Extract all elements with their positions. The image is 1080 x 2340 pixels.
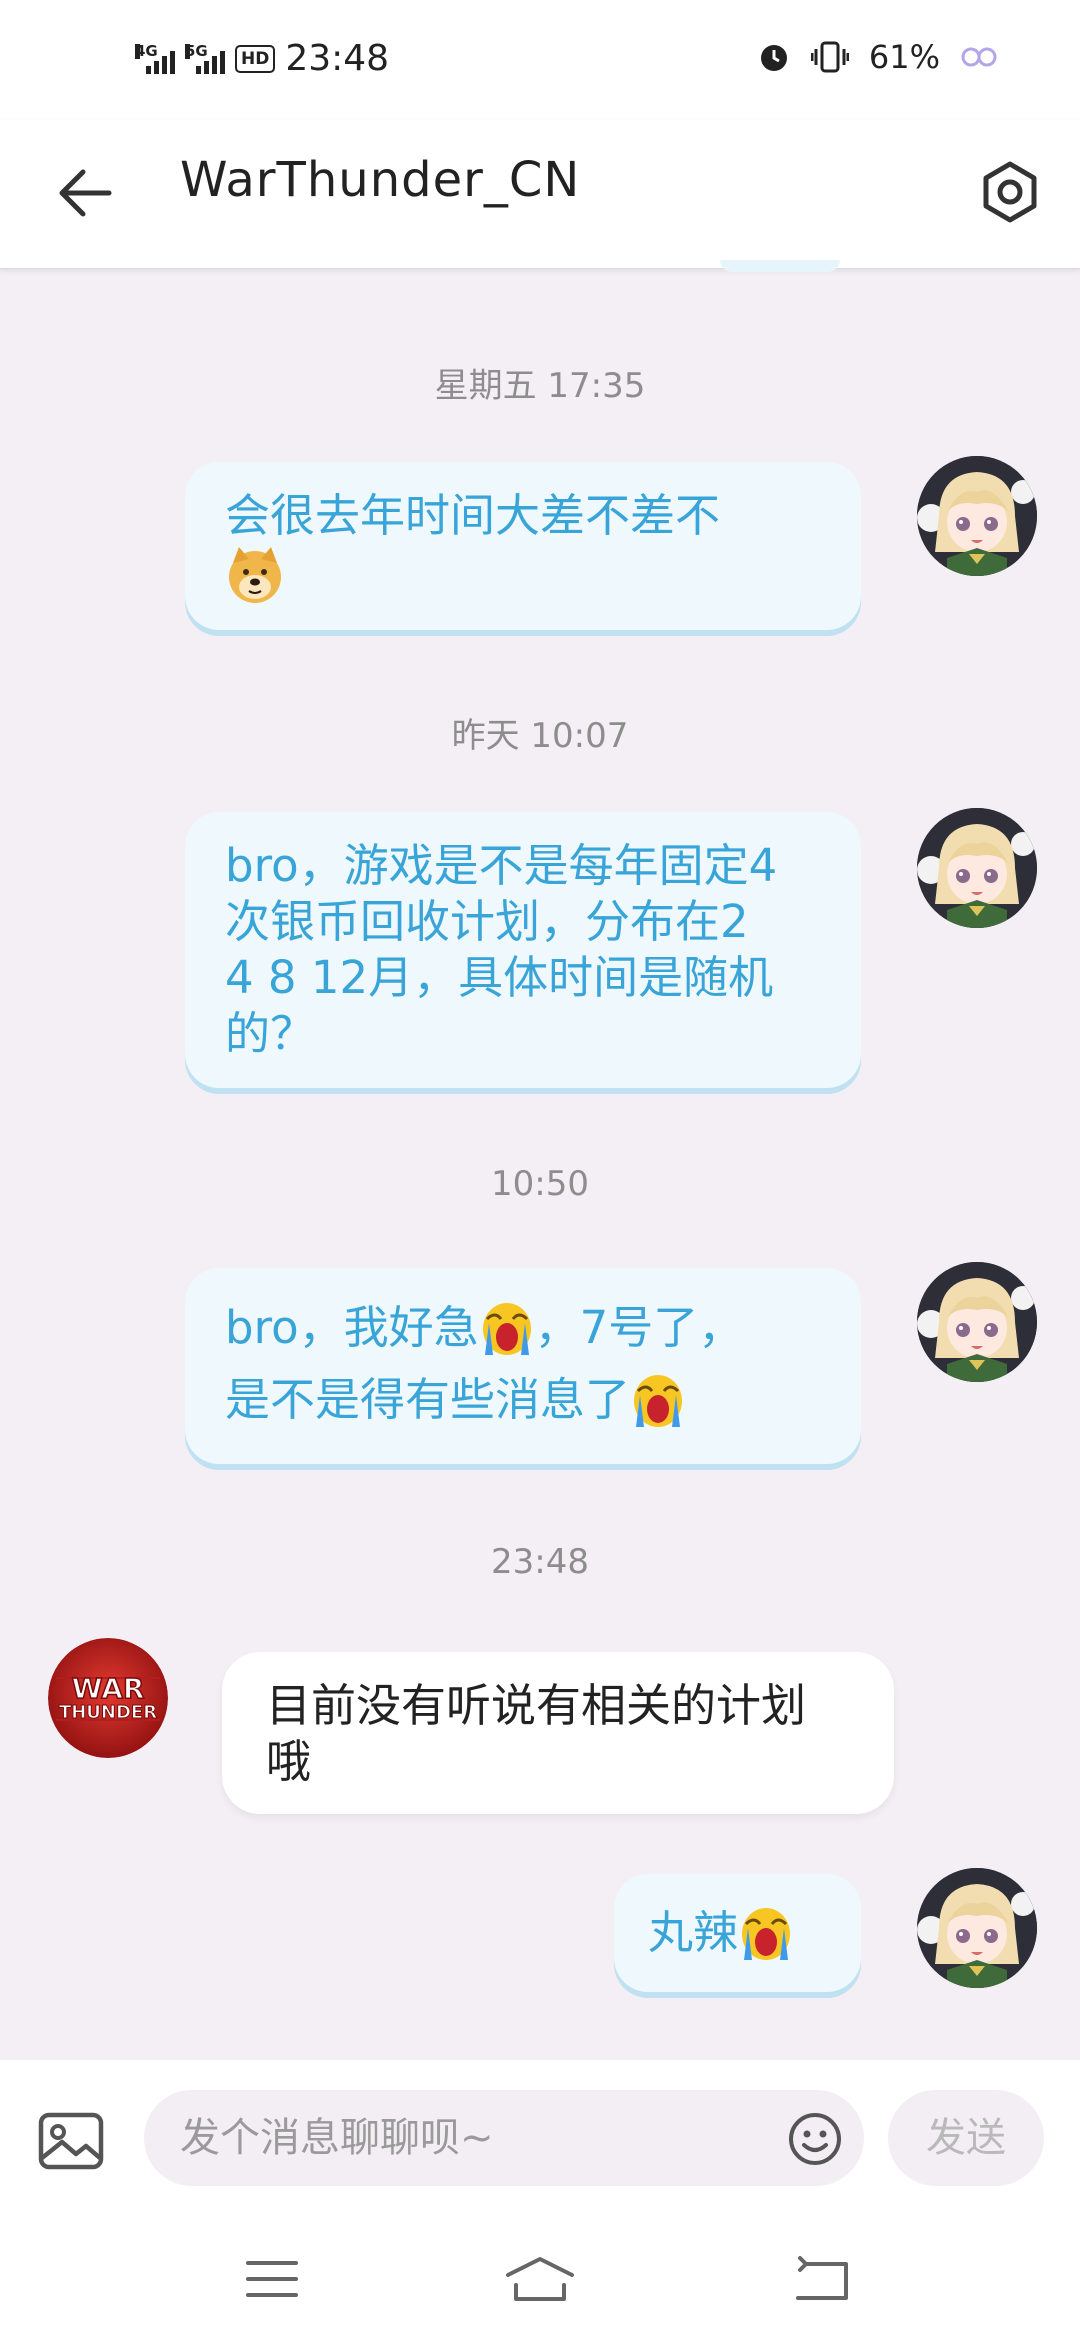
crying-face-icon (742, 1908, 791, 1960)
message-bubble[interactable]: bro，我好急 ，7号了， 是不是得有些消息了 (185, 1268, 861, 1464)
settings-button[interactable] (970, 152, 1050, 232)
system-nav-bar (0, 2220, 1080, 2340)
message-bubble[interactable]: 会很去年时间大差不差不 (185, 462, 861, 630)
back-button[interactable] (50, 158, 120, 228)
message-text: bro，我好急 (225, 1301, 479, 1354)
smiley-icon (789, 2113, 841, 2165)
warthunder-avatar[interactable]: WAR THUNDER (48, 1638, 168, 1758)
vibrate-icon (810, 41, 849, 73)
battery-percent: 61% (868, 38, 940, 76)
emoji-button[interactable] (788, 2112, 842, 2166)
anime-avatar-icon (917, 1262, 1037, 1382)
svg-text:WAR: WAR (72, 1672, 145, 1705)
home-button[interactable] (500, 2244, 580, 2314)
message-bubble[interactable]: 丸辣 (614, 1874, 861, 1992)
my-avatar[interactable] (917, 1868, 1037, 1988)
message-line: 的？ (225, 1007, 316, 1060)
anime-avatar-icon (917, 1868, 1037, 1988)
message-bubble[interactable]: bro，游戏是不是每年固定4 次银币回收计划，分布在2 4 8 12月，具体时间… (185, 812, 861, 1088)
my-avatar[interactable] (917, 1262, 1037, 1382)
timestamp: 23:48 (491, 1542, 589, 1582)
doge-emoji-icon (229, 547, 281, 603)
my-avatar[interactable] (917, 808, 1037, 928)
anime-avatar-icon (917, 456, 1037, 576)
home-icon (506, 2257, 574, 2301)
message-bubble[interactable]: 目前没有听说有相关的计划 哦 (222, 1652, 894, 1814)
message-input-bar: 发个消息聊聊呗~ 发送 (0, 2060, 1080, 2220)
message-text: 丸辣 (648, 1906, 739, 1959)
war-thunder-logo-icon: WAR THUNDER (48, 1638, 168, 1758)
previous-message-edge (720, 260, 840, 272)
return-button[interactable] (782, 2244, 862, 2314)
chat-header: WarThunder_CN (0, 120, 1080, 269)
send-image-button[interactable] (36, 2106, 106, 2176)
message-line: bro，游戏是不是每年固定4 (225, 839, 778, 892)
status-bar: 4G 5G HD 23:48 61% (0, 0, 1080, 120)
image-icon (38, 2112, 104, 2170)
clock: 23:48 (285, 38, 390, 79)
message-text: 会很去年时间大差不差不 (225, 489, 721, 542)
crying-face-icon (482, 1303, 531, 1355)
message-input[interactable]: 发个消息聊聊呗~ (144, 2090, 864, 2186)
message-line: 次银币回收计划，分布在2 (225, 895, 749, 948)
svg-text:THUNDER: THUNDER (59, 1702, 157, 1723)
message-line: 4 8 12月，具体时间是随机 (225, 951, 774, 1004)
timestamp: 10:50 (491, 1164, 589, 1204)
anime-avatar-icon (917, 808, 1037, 928)
message-line: 哦 (266, 1735, 312, 1788)
hd-badge: HD (235, 44, 276, 73)
signal-4g-icon: 4G (135, 43, 175, 74)
arrow-left-icon (59, 169, 112, 217)
battery-icon (961, 47, 997, 67)
send-button[interactable]: 发送 (888, 2090, 1044, 2186)
timestamp: 昨天 10:07 (451, 716, 629, 756)
signal-5g-icon: 5G (185, 43, 225, 74)
crying-face-icon (634, 1375, 683, 1427)
menu-icon (246, 2261, 298, 2297)
message-text: ，7号了， (534, 1301, 744, 1354)
alarm-icon (760, 45, 787, 71)
return-icon (796, 2256, 848, 2300)
input-placeholder: 发个消息聊聊呗~ (180, 2115, 494, 2161)
menu-button[interactable] (232, 2244, 312, 2314)
hexagon-settings-icon (983, 161, 1037, 223)
my-avatar[interactable] (917, 456, 1037, 576)
timestamp: 星期五 17:35 (434, 366, 646, 406)
message-line: 目前没有听说有相关的计划 (266, 1679, 807, 1732)
message-text: 是不是得有些消息了 (225, 1373, 631, 1426)
chat-title: WarThunder_CN (180, 152, 581, 208)
